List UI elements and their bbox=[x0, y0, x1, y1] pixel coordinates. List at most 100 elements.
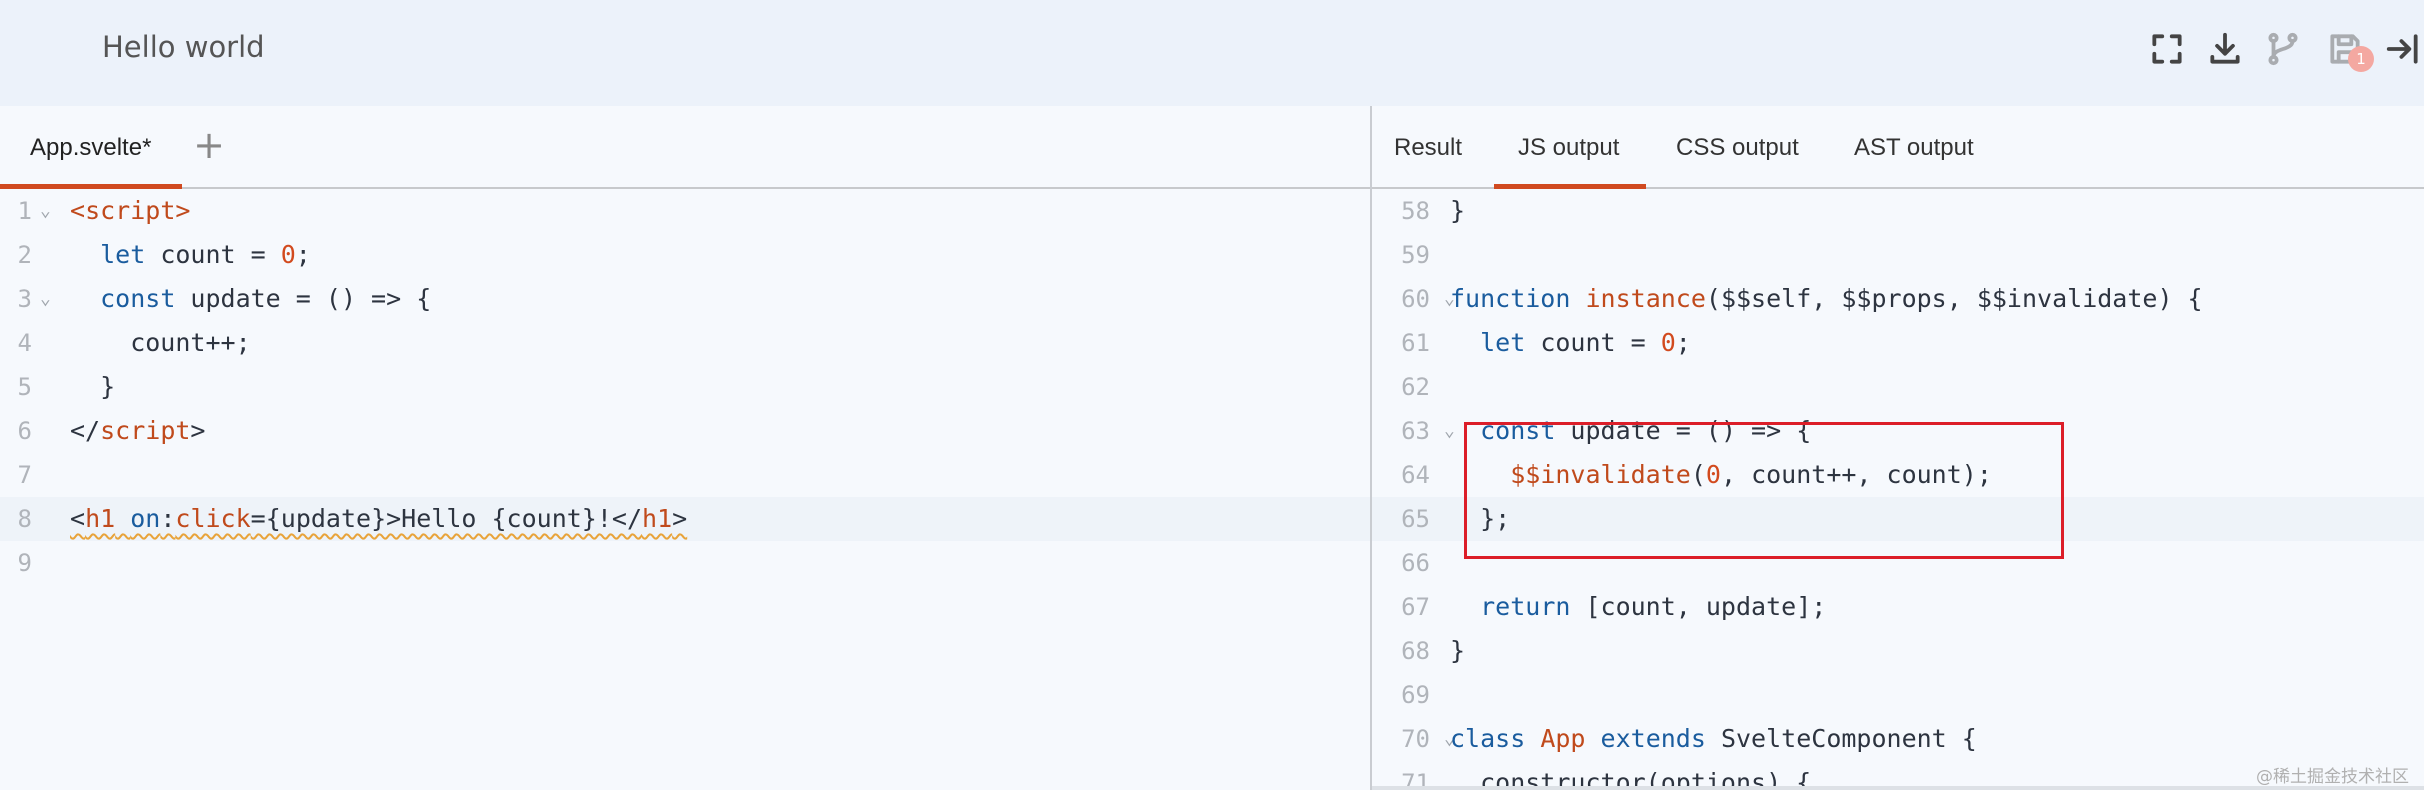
code-text: } bbox=[1450, 629, 1465, 673]
code-token: 0 bbox=[1660, 328, 1676, 357]
code-token: script bbox=[85, 196, 176, 225]
fold-chevron-icon[interactable]: ⌄ bbox=[40, 189, 51, 233]
line-number: 6 bbox=[17, 417, 32, 445]
code-line[interactable]: 6 </script> bbox=[0, 409, 1370, 453]
code-line[interactable]: 70 ⌄ class App extends SvelteComponent { bbox=[1372, 717, 2424, 761]
code-token: script bbox=[100, 416, 191, 445]
code-token: extends bbox=[1600, 724, 1706, 753]
code-line[interactable]: 3 ⌄ const update = () => { bbox=[0, 277, 1370, 321]
code-token: return bbox=[1480, 592, 1571, 621]
code-token: } bbox=[1450, 636, 1466, 665]
code-token: count = bbox=[1525, 328, 1661, 357]
editor-pane: App.svelte* + 1 ⌄ <script> 2 let count = 0;… bbox=[0, 106, 1370, 790]
editor-code[interactable]: 1 ⌄ <script> 2 let count = 0; 3 ⌄ const updat… bbox=[0, 189, 1370, 585]
tab-css-output[interactable]: CSS output bbox=[1676, 134, 1799, 162]
code-line[interactable]: 67 return [count, update]; bbox=[1372, 585, 2424, 629]
code-token: < bbox=[70, 504, 86, 533]
code-token: ($$self, $$props, $$invalidate) { bbox=[1705, 284, 2203, 313]
code-token: h1 bbox=[85, 504, 116, 533]
save-badge: 1 bbox=[2348, 46, 2374, 72]
code-line[interactable]: 69 bbox=[1372, 673, 2424, 717]
code-text: let count = 0; bbox=[70, 233, 311, 277]
code-line[interactable]: 59 bbox=[1372, 233, 2424, 277]
code-token: > bbox=[672, 504, 688, 533]
code-token: ; bbox=[295, 240, 311, 269]
code-token: instance bbox=[1585, 284, 1706, 313]
line-number: 3 bbox=[17, 285, 32, 313]
code-text: return [count, update]; bbox=[1450, 585, 1826, 629]
fullscreen-icon[interactable] bbox=[2148, 28, 2186, 70]
editor-tabbar: App.svelte* + bbox=[0, 106, 1370, 189]
code-line[interactable]: 8 <h1 on:click={update}>Hello {count}!</h… bbox=[0, 497, 1370, 541]
output-tabbar: Result JS output CSS output AST output bbox=[1372, 106, 2424, 189]
code-token: count = bbox=[145, 240, 281, 269]
code-token: App bbox=[1540, 724, 1586, 753]
code-token: : bbox=[160, 504, 176, 533]
download-icon[interactable] bbox=[2206, 28, 2244, 70]
logout-icon[interactable] bbox=[2384, 28, 2422, 70]
code-token: ; bbox=[1675, 328, 1691, 357]
code-token: function bbox=[1450, 284, 1571, 313]
line-number: 1 bbox=[17, 197, 32, 225]
app-title[interactable]: Hello world bbox=[102, 30, 265, 64]
code-text: class App extends SvelteComponent { bbox=[1450, 717, 1977, 761]
code-token: > bbox=[175, 196, 191, 225]
code-text: </script> bbox=[70, 409, 205, 453]
code-line[interactable]: 9 bbox=[0, 541, 1370, 585]
tab-js-output[interactable]: JS output bbox=[1518, 134, 1619, 162]
code-line[interactable]: 61 let count = 0; bbox=[1372, 321, 2424, 365]
code-line[interactable]: 60 ⌄ function instance($$self, $$props, $$… bbox=[1372, 277, 2424, 321]
code-token: update = () => { bbox=[175, 284, 432, 313]
line-number: 62 bbox=[1401, 373, 1430, 401]
line-number: 5 bbox=[17, 373, 32, 401]
code-token: count++; bbox=[70, 328, 251, 357]
line-number: 60 bbox=[1401, 285, 1430, 313]
code-token: < bbox=[70, 196, 86, 225]
code-token: 0 bbox=[280, 240, 296, 269]
code-line[interactable]: 68} bbox=[1372, 629, 2424, 673]
add-file-button[interactable]: + bbox=[192, 126, 226, 164]
highlight-box bbox=[1464, 422, 2064, 559]
code-token: let bbox=[1480, 328, 1526, 357]
tab-result[interactable]: Result bbox=[1394, 134, 1462, 162]
code-line[interactable]: 4 count++; bbox=[0, 321, 1370, 365]
save-icon[interactable]: 1 bbox=[2326, 28, 2374, 72]
code-line[interactable]: 58} bbox=[1372, 189, 2424, 233]
code-line[interactable]: 1 ⌄ <script> bbox=[0, 189, 1370, 233]
code-token: on bbox=[130, 504, 161, 533]
line-number: 7 bbox=[17, 461, 32, 489]
line-number: 4 bbox=[17, 329, 32, 357]
fold-chevron-icon[interactable]: ⌄ bbox=[40, 277, 51, 321]
line-number: 66 bbox=[1401, 549, 1430, 577]
code-token: } bbox=[70, 372, 116, 401]
code-text: <h1 on:click={update}>Hello {count}!</h1… bbox=[70, 497, 687, 541]
line-number: 65 bbox=[1401, 505, 1430, 533]
code-token: > bbox=[190, 416, 206, 445]
code-text: <script> bbox=[70, 189, 190, 233]
code-text: } bbox=[1450, 189, 1465, 233]
file-tab-label: App.svelte* bbox=[30, 134, 152, 161]
tab-ast-output[interactable]: AST output bbox=[1854, 134, 1974, 162]
watermark: @稀土掘金技术社区 bbox=[2256, 767, 2409, 787]
code-token: class bbox=[1450, 724, 1526, 753]
code-text: } bbox=[70, 365, 115, 409]
code-token: [count, update]; bbox=[1570, 592, 1827, 621]
code-token: </ bbox=[70, 416, 101, 445]
line-number: 69 bbox=[1401, 681, 1430, 709]
file-tab-app-svelte[interactable]: App.svelte* bbox=[0, 106, 182, 189]
code-text: let count = 0; bbox=[1450, 321, 1691, 365]
code-line[interactable]: 62 bbox=[1372, 365, 2424, 409]
fork-icon[interactable] bbox=[2264, 28, 2302, 70]
code-token: SvelteComponent { bbox=[1705, 724, 1977, 753]
line-number: 70 bbox=[1401, 725, 1430, 753]
code-line[interactable]: 7 bbox=[0, 453, 1370, 497]
line-number: 64 bbox=[1401, 461, 1430, 489]
code-line[interactable]: 2 let count = 0; bbox=[0, 233, 1370, 277]
code-line[interactable]: 5 } bbox=[0, 365, 1370, 409]
